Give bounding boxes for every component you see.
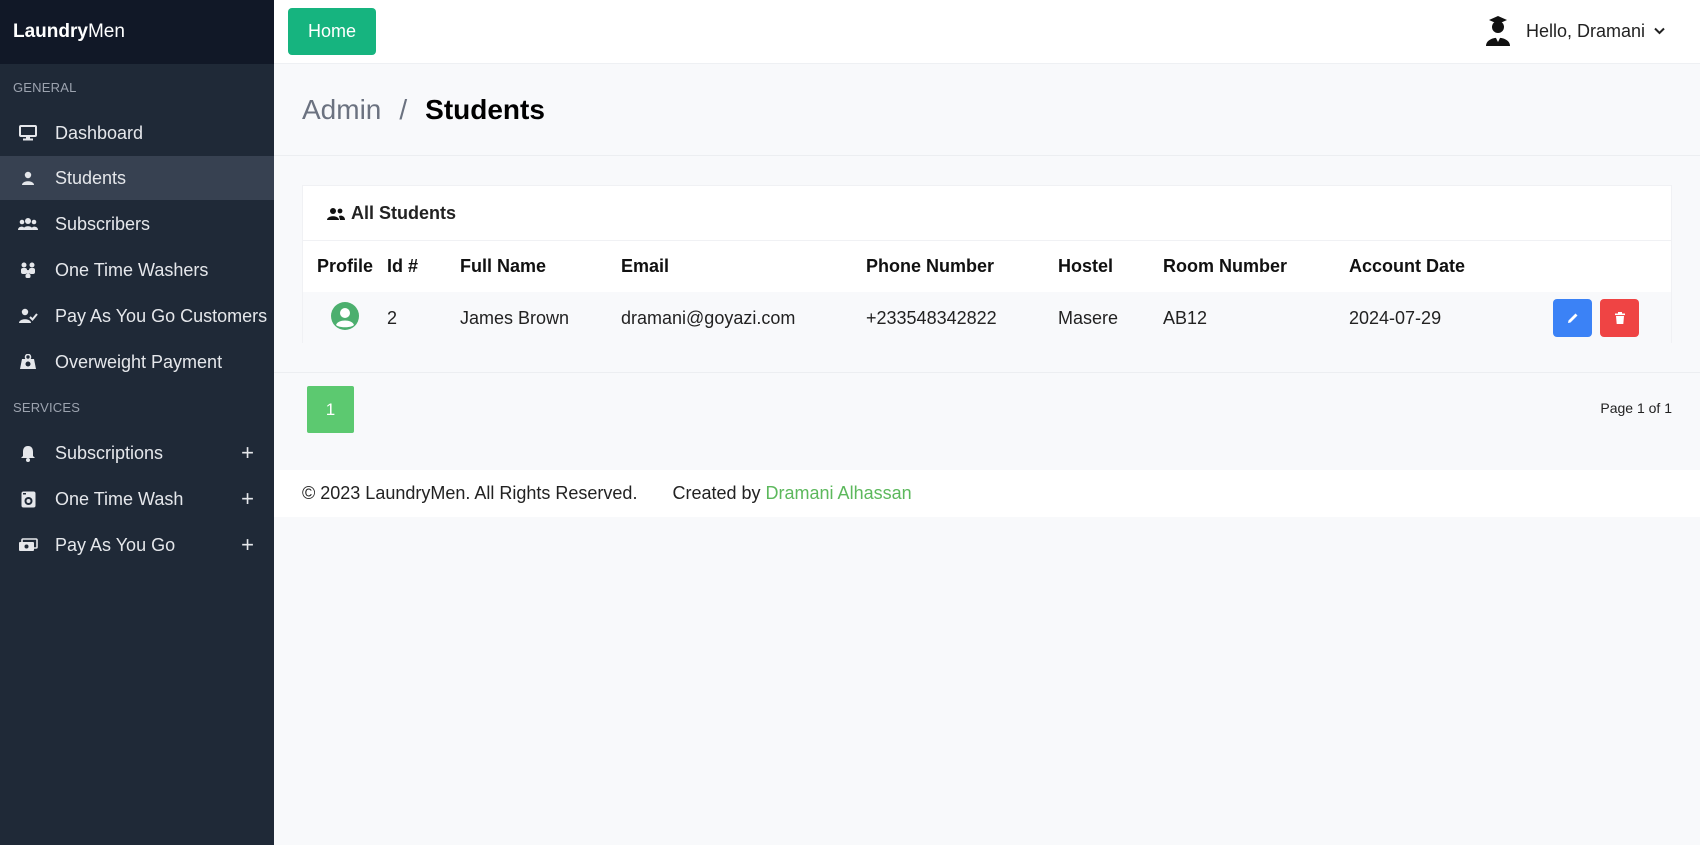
footer: © 2023 LaundryMen. All Rights Reserved. … — [274, 470, 1700, 517]
footer-copyright: © 2023 LaundryMen. All Rights Reserved. — [302, 483, 638, 503]
money-bill-icon — [18, 535, 38, 555]
user-check-icon — [18, 306, 38, 326]
footer-credit: Created by Dramani Alhassan — [672, 483, 911, 504]
sidebar-item-subscriptions[interactable]: Subscriptions + — [0, 431, 274, 475]
header-divider — [274, 155, 1700, 156]
column-header-id: Id # — [387, 256, 419, 276]
section-label-services: SERVICES — [13, 400, 81, 415]
brand-logo[interactable]: Laundry Men — [0, 0, 274, 64]
column-header-full-name: Full Name — [460, 256, 547, 276]
account-date-cell: 2024-07-29 — [1349, 307, 1442, 328]
sidebar-item-overweight-payment[interactable]: Overweight Payment — [0, 340, 274, 384]
phone-cell: +233548342822 — [866, 307, 997, 328]
expand-plus-icon[interactable]: + — [241, 534, 254, 556]
bell-icon — [18, 443, 38, 463]
sidebar-item-label: Students — [55, 167, 127, 188]
sidebar-item-one-time-washers[interactable]: One Time Washers — [0, 248, 274, 292]
expand-plus-icon[interactable]: + — [241, 442, 254, 464]
section-label-general: GENERAL — [13, 80, 77, 95]
column-header-room-number: Room Number — [1163, 256, 1288, 276]
avatar — [331, 301, 359, 330]
footer-created-prefix: Created by — [672, 483, 761, 503]
weight-scale-icon — [18, 352, 38, 372]
sidebar-item-pay-as-you-go-customers[interactable]: Pay As You Go Customers — [0, 294, 274, 338]
topbar: Home Hello, Dramani — [274, 0, 1700, 64]
hostel-cell: Masere — [1058, 307, 1119, 328]
sidebar-item-students[interactable]: Students — [0, 156, 274, 200]
delete-button[interactable] — [1600, 299, 1639, 337]
sidebar-item-pay-as-you-go[interactable]: Pay As You Go + — [0, 523, 274, 567]
pagination-page-button[interactable]: 1 — [307, 386, 354, 433]
brand-regular: Men — [87, 21, 125, 42]
actions-cell — [1553, 292, 1671, 344]
expand-plus-icon[interactable]: + — [241, 488, 254, 510]
sidebar-item-label: Pay As You Go Customers — [55, 305, 268, 326]
sidebar-item-label: Subscribers — [55, 213, 151, 234]
pencil-icon — [1567, 313, 1577, 323]
sidebar-item-label: Dashboard — [55, 122, 144, 143]
full-name-cell: James Brown — [460, 307, 570, 328]
brand-bold: Laundry — [13, 21, 88, 42]
user-graduate-icon — [1484, 16, 1512, 46]
user-icon — [18, 168, 38, 188]
breadcrumb: Admin / Students — [302, 94, 545, 126]
user-menu[interactable]: Hello, Dramani — [1484, 16, 1665, 46]
table-header-row: Profile Id # Full Name Email Phone Numbe… — [303, 241, 1671, 292]
column-header-account-date: Account Date — [1349, 256, 1466, 276]
chevron-down-icon — [1654, 24, 1665, 38]
sidebar-item-label: One Time Wash — [55, 488, 184, 509]
sidebar-item-dashboard[interactable]: Dashboard — [0, 111, 274, 155]
card-title: All Students — [351, 202, 457, 223]
breadcrumb-parent[interactable]: Admin — [302, 94, 381, 126]
id-cell: 2 — [387, 307, 398, 328]
students-card: All Students Profile Id # Full Name Emai… — [302, 185, 1672, 344]
trash-icon — [1614, 312, 1625, 324]
washing-machine-icon — [18, 489, 38, 509]
card-header: All Students — [303, 186, 1671, 241]
edit-button[interactable] — [1553, 299, 1592, 337]
sidebar-item-label: Subscriptions — [55, 442, 164, 463]
breadcrumb-separator: / — [399, 94, 408, 125]
monitor-icon — [18, 123, 38, 143]
sidebar-item-one-time-wash[interactable]: One Time Wash + — [0, 477, 274, 521]
profile-cell — [303, 292, 387, 344]
email-cell: dramani@goyazi.com — [621, 307, 796, 328]
column-header-hostel: Hostel — [1058, 256, 1114, 276]
users-icon — [327, 205, 345, 221]
sidebar-item-subscribers[interactable]: Subscribers — [0, 202, 274, 246]
sidebar-item-label: Pay As You Go — [55, 534, 176, 555]
user-greeting: Hello, Dramani — [1525, 20, 1645, 41]
sidebar-item-label: Overweight Payment — [55, 351, 223, 372]
sidebar-item-label: One Time Washers — [55, 259, 209, 280]
column-header-phone: Phone Number — [866, 256, 995, 276]
column-header-profile: Profile — [317, 256, 374, 276]
row-actions — [1553, 299, 1671, 337]
footer-author-link[interactable]: Dramani Alhassan — [766, 483, 912, 503]
users-icon — [18, 214, 38, 234]
sidebar: Laundry Men GENERAL Dashboard Students Su… — [0, 0, 274, 845]
column-header-email: Email — [621, 256, 670, 276]
room-number-cell: AB12 — [1163, 307, 1208, 328]
students-table: Profile Id # Full Name Email Phone Numbe… — [303, 241, 1671, 344]
page-title: Students — [425, 94, 545, 125]
pagination-info: Page 1 of 1 — [1600, 400, 1672, 416]
home-button[interactable]: Home — [288, 8, 376, 55]
people-group-icon — [18, 260, 38, 280]
card-divider — [274, 372, 1700, 373]
column-header-actions — [1553, 241, 1671, 292]
table-row: 2 James Brown dramani@goyazi.com +233548… — [303, 292, 1671, 344]
